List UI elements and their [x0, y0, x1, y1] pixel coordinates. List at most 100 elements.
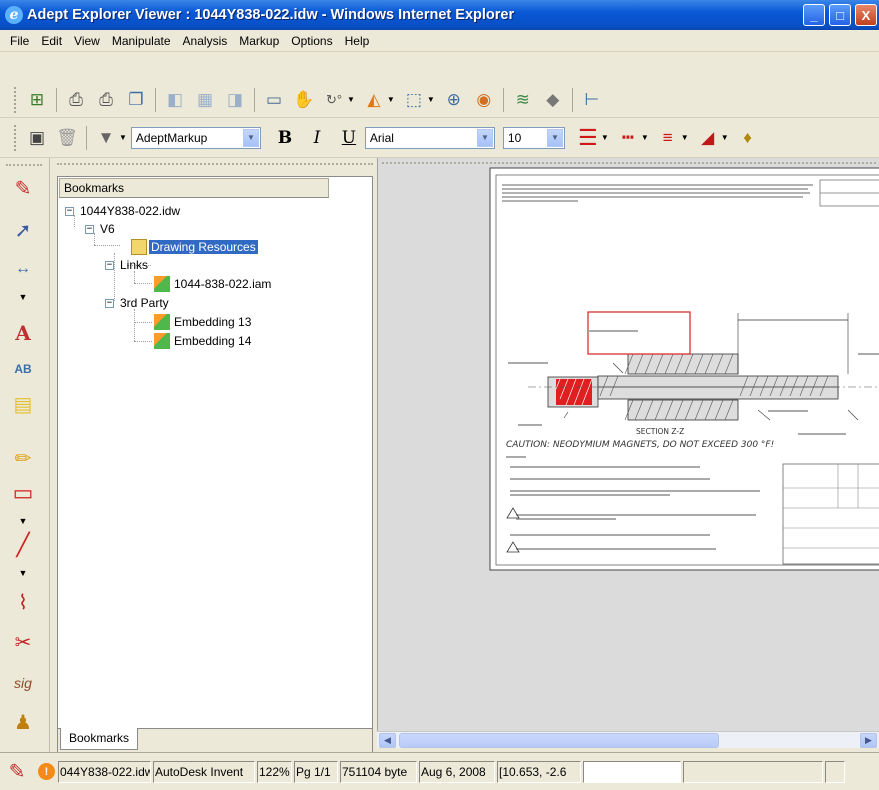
layers-icon[interactable]: ≋ — [511, 88, 535, 112]
scroll-right-icon[interactable]: ▶ — [860, 733, 877, 748]
tree-node-v6[interactable]: − V6 — [85, 220, 117, 238]
rotate-dropdown-icon[interactable]: ▼ — [347, 95, 355, 104]
structure-tree-icon[interactable]: ⊞ — [25, 88, 49, 112]
bold-button[interactable]: B — [273, 126, 297, 150]
status-file-size: 751104 byte — [340, 760, 417, 783]
fit-page-icon[interactable]: ▭ — [262, 88, 286, 112]
underline-button[interactable]: U — [337, 126, 361, 150]
menu-markup[interactable]: Markup — [233, 34, 285, 48]
select-arrow-icon[interactable]: ➚ — [8, 216, 38, 246]
mirror-icon[interactable]: ◭ — [362, 88, 386, 112]
tree-node-drawing-resources[interactable]: Drawing Resources — [131, 238, 258, 256]
menu-file[interactable]: File — [4, 34, 35, 48]
print-icon[interactable]: ⎙ — [64, 88, 88, 112]
menu-manipulate[interactable]: Manipulate — [106, 34, 177, 48]
status-empty-pane — [683, 760, 823, 783]
line-style-icon[interactable]: ┅ — [616, 126, 640, 150]
tree-node-embedding-13[interactable]: Embedding 13 — [154, 313, 253, 331]
menu-bar: File Edit View Manipulate Analysis Marku… — [0, 30, 879, 52]
tree-node-3rd-party[interactable]: − 3rd Party — [105, 294, 171, 312]
chevron-down-icon[interactable]: ▼ — [476, 128, 493, 147]
menu-help[interactable]: Help — [339, 34, 376, 48]
scroll-thumb[interactable] — [399, 733, 719, 748]
close-button[interactable]: X — [855, 4, 877, 26]
scroll-left-icon[interactable]: ◀ — [379, 733, 396, 748]
status-input-field[interactable] — [583, 760, 681, 783]
note-icon[interactable]: ▤ — [8, 390, 38, 420]
magnifier-icon[interactable]: ◉ — [472, 88, 496, 112]
rotate-90-icon[interactable]: ↻° — [322, 88, 346, 112]
drawing-viewer[interactable]: SECTION Z-Z CAUTION: NEODYMIUM MAGNETS, … — [377, 158, 879, 731]
dimension-dropdown-icon[interactable]: ▼ — [8, 282, 38, 312]
font-size-select[interactable]: 10 ▼ — [502, 126, 565, 149]
line-color-dropdown-icon[interactable]: ▼ — [601, 133, 609, 142]
minimize-button[interactable]: _ — [803, 4, 825, 26]
tree-node-links[interactable]: − Links — [105, 256, 150, 274]
panel-grip[interactable] — [57, 163, 373, 175]
zoom-extents-icon[interactable]: ⊕ — [442, 88, 466, 112]
markup-status-icon[interactable]: ✎ — [4, 759, 30, 785]
markup-layer-select[interactable]: AdeptMarkup ▼ — [130, 126, 261, 149]
pan-hand-icon[interactable]: ✋ — [292, 88, 316, 112]
attachment-icon[interactable]: ⌇ — [8, 588, 38, 618]
dimension-icon[interactable]: ↔ — [8, 254, 38, 284]
3d-view-icon[interactable]: ◆ — [541, 88, 565, 112]
title-bar[interactable]: e Adept Explorer Viewer : 1044Y838-022.i… — [0, 0, 879, 30]
maximize-button[interactable]: □ — [829, 4, 851, 26]
first-page-icon[interactable]: ◧ — [163, 88, 187, 112]
highlight-icon[interactable]: ♦ — [736, 126, 760, 150]
horizontal-scrollbar[interactable]: ◀ ▶ — [377, 731, 879, 748]
tree-node-link-iam[interactable]: 1044-838-022.iam — [154, 275, 273, 293]
menu-edit[interactable]: Edit — [35, 34, 68, 48]
line-dropdown-icon[interactable]: ▼ — [8, 558, 38, 588]
menu-analysis[interactable]: Analysis — [177, 34, 234, 48]
measure-icon[interactable]: ⊢ — [580, 88, 604, 112]
signature-icon[interactable]: sig — [8, 668, 38, 698]
save-markup-icon[interactable]: ▣ — [25, 126, 49, 150]
delete-markup-icon[interactable]: 🗑 — [55, 126, 79, 150]
line-tool-icon[interactable]: ╱ — [8, 530, 38, 560]
mirror-dropdown-icon[interactable]: ▼ — [387, 95, 395, 104]
menu-view[interactable]: View — [68, 34, 106, 48]
page-layout-icon[interactable]: ▦ — [193, 88, 217, 112]
fill-color-icon[interactable]: ◢ — [696, 126, 720, 150]
window-title: Adept Explorer Viewer : 1044Y838-022.idw… — [27, 7, 515, 23]
toolbar-grip[interactable] — [14, 124, 17, 151]
italic-button[interactable]: I — [305, 126, 329, 150]
toolbar-grip[interactable] — [14, 86, 17, 113]
print-preview-icon[interactable]: ⎙ — [94, 88, 118, 112]
text-tool-icon[interactable]: A — [8, 318, 38, 348]
tab-bookmarks[interactable]: Bookmarks — [60, 728, 139, 750]
approval-stamp-icon[interactable]: ♟ — [8, 708, 38, 738]
tree-node-root[interactable]: − 1044Y838-022.idw — [65, 202, 182, 220]
toolbar-grip[interactable] — [6, 164, 42, 166]
filter-icon[interactable]: ▼ — [94, 126, 118, 150]
internet-explorer-icon: e — [5, 6, 23, 24]
fill-color-dropdown-icon[interactable]: ▼ — [721, 133, 729, 142]
collapse-icon[interactable]: − — [85, 224, 94, 234]
chevron-down-icon[interactable]: ▼ — [546, 128, 563, 147]
highlighter-icon[interactable]: ✏ — [8, 444, 38, 474]
zoom-dropdown-icon[interactable]: ▼ — [427, 95, 435, 104]
drawing-sheet: SECTION Z-Z CAUTION: NEODYMIUM MAGNETS, … — [489, 167, 879, 571]
next-page-icon[interactable]: ◨ — [223, 88, 247, 112]
tree-node-embedding-14[interactable]: Embedding 14 — [154, 332, 253, 350]
line-color-icon[interactable]: ☰ — [576, 126, 600, 150]
collapse-icon[interactable]: − — [65, 206, 74, 216]
line-weight-dropdown-icon[interactable]: ▼ — [681, 133, 689, 142]
chevron-down-icon[interactable]: ▼ — [242, 128, 259, 147]
stamp-markup-icon[interactable]: ✎ — [8, 174, 38, 204]
collapse-icon[interactable]: − — [105, 260, 114, 270]
scissors-icon[interactable]: ✂ — [8, 628, 38, 658]
font-select[interactable]: Arial ▼ — [364, 126, 495, 149]
zoom-window-icon[interactable]: ⬚ — [402, 88, 426, 112]
filter-dropdown-icon[interactable]: ▼ — [119, 133, 127, 142]
collapse-icon[interactable]: − — [105, 298, 114, 308]
line-weight-icon[interactable]: ≡ — [656, 126, 680, 150]
copy-icon[interactable]: ❐ — [124, 88, 148, 112]
rectangle-icon[interactable]: ▭ — [8, 478, 38, 508]
menu-options[interactable]: Options — [285, 34, 338, 48]
line-style-dropdown-icon[interactable]: ▼ — [641, 133, 649, 142]
text-box-icon[interactable]: AB — [8, 354, 38, 384]
embedded-part-icon — [154, 314, 170, 330]
